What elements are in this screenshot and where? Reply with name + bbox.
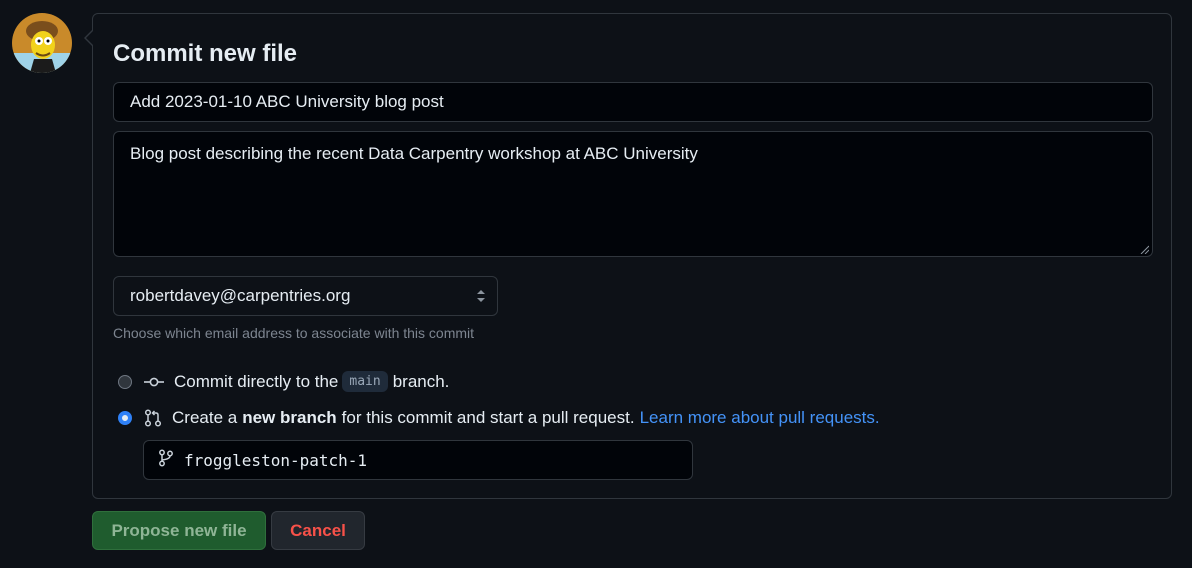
option-new-branch-bold: new branch	[242, 408, 337, 427]
option-direct-prefix: Commit directly to the	[174, 371, 339, 391]
git-pull-request-icon	[144, 409, 162, 427]
page-title: Commit new file	[113, 40, 298, 67]
option-commit-directly[interactable]: Commit directly to the main branch.	[118, 371, 449, 392]
resize-grip-icon[interactable]	[1139, 244, 1149, 254]
option-new-branch-suffix: for this commit and start a pull request…	[341, 408, 635, 427]
avatar[interactable]	[12, 13, 72, 73]
panel-caret-inner	[86, 31, 93, 45]
learn-more-link[interactable]: Learn more about pull requests.	[640, 408, 880, 428]
option-new-branch[interactable]: Create a new branch for this commit and …	[118, 408, 880, 428]
commit-description-textarea[interactable]: Blog post describing the recent Data Car…	[113, 131, 1153, 257]
option-direct-suffix: branch.	[392, 371, 450, 391]
branch-name-field[interactable]: froggleston-patch-1	[143, 440, 693, 480]
radio-new-branch[interactable]	[118, 411, 132, 425]
option-new-branch-prefix: Create a	[172, 408, 238, 427]
propose-new-file-button[interactable]: Propose new file	[92, 511, 266, 550]
select-arrows-icon	[477, 290, 485, 302]
email-help-text: Choose which email address to associate …	[113, 325, 475, 341]
email-select-value: robertdavey@carpentries.org	[130, 286, 351, 305]
branch-code-pill: main	[342, 371, 388, 392]
git-branch-icon	[158, 449, 174, 472]
git-commit-icon	[144, 374, 164, 390]
commit-summary-input[interactable]	[113, 82, 1153, 122]
branch-name-value: froggleston-patch-1	[184, 450, 368, 470]
avatar-image	[12, 13, 72, 73]
cancel-button[interactable]: Cancel	[271, 511, 365, 550]
radio-commit-directly[interactable]	[118, 374, 132, 389]
commit-panel: Commit new file Blog post describing the…	[92, 13, 1172, 499]
email-select[interactable]: robertdavey@carpentries.org	[113, 276, 498, 316]
